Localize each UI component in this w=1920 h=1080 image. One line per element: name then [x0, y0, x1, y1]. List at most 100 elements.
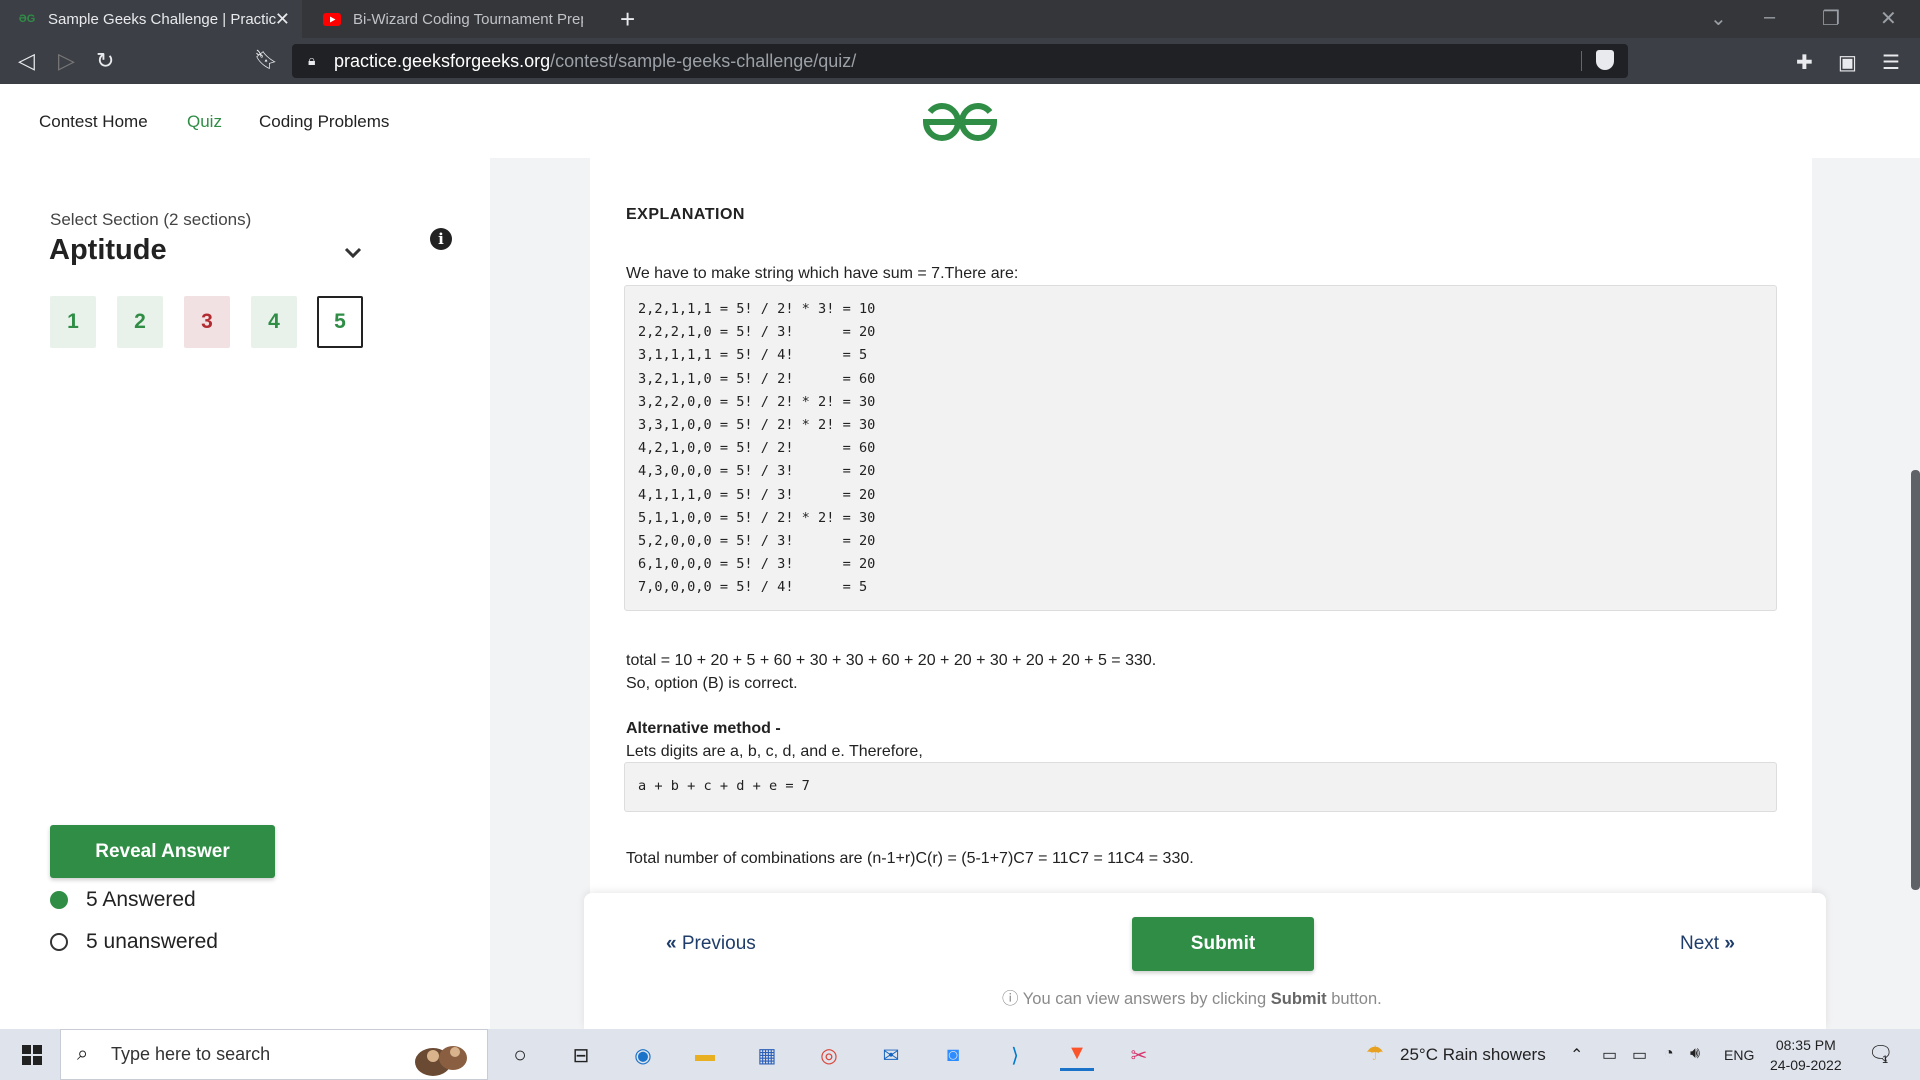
alt-method-intro: Lets digits are a, b, c, d, and e. There… — [626, 743, 923, 760]
hint-suffix: button. — [1326, 990, 1382, 1008]
combinations-text: Total number of combinations are (n-1+r)… — [626, 850, 1194, 867]
bookmark-icon[interactable]: 🔖︎ — [254, 48, 278, 72]
total-text: total = 10 + 20 + 5 + 60 + 30 + 30 + 60 … — [626, 652, 1157, 669]
windows-start-icon[interactable] — [22, 1045, 42, 1065]
code-line: 7,0,0,0,0 = 5! / 4! = 5 — [638, 579, 868, 596]
chrome-icon[interactable]: ◎ — [812, 1039, 846, 1071]
tab-title: Sample Geeks Challenge | Practic — [48, 10, 277, 28]
taskbar-search[interactable]: ⌕ Type here to search — [60, 1029, 488, 1080]
page-scrollbar[interactable] — [1911, 470, 1920, 890]
notification-count: 1 — [1882, 1054, 1889, 1066]
address-bar[interactable]: 🔒︎ practice.geeksforgeeks.org/contest/sa… — [292, 44, 1628, 78]
cortana-icon[interactable]: ○ — [503, 1039, 537, 1071]
wifi-icon[interactable]: ◔ — [1664, 1045, 1674, 1063]
submit-button[interactable]: Submit — [1132, 917, 1314, 971]
chevron-down-icon[interactable] — [342, 242, 364, 264]
conclusion-text: So, option (B) is correct. — [626, 675, 798, 692]
battery-icon[interactable]: ▭ — [1632, 1045, 1647, 1065]
search-placeholder: Type here to search — [111, 1044, 271, 1064]
answered-text: 5 Answered — [86, 888, 196, 911]
nav-quiz[interactable]: Quiz — [187, 112, 222, 132]
weather-icon[interactable]: ☂ — [1366, 1041, 1384, 1066]
info-icon[interactable]: i — [430, 228, 452, 250]
file-explorer-icon[interactable]: ▬ — [688, 1039, 722, 1071]
explanation-title: EXPLANATION — [626, 206, 745, 223]
previous-button[interactable]: « Previous — [666, 933, 756, 955]
reload-icon[interactable]: ↻ — [96, 48, 114, 74]
explanation-intro: We have to make string which have sum = … — [626, 265, 1019, 282]
restore-icon[interactable]: ❐ — [1822, 6, 1840, 31]
time-text: 08:35 PM — [1775, 1037, 1836, 1053]
alt-code-block: a + b + c + d + e = 7 — [624, 762, 1777, 812]
code-line: 4,1,1,1,0 = 5! / 3! = 20 — [638, 486, 876, 503]
meet-icon[interactable]: ▭ — [1602, 1045, 1617, 1065]
new-tab-icon[interactable]: + — [620, 4, 635, 35]
volume-icon[interactable]: 🔊︎ — [1690, 1045, 1700, 1063]
browser-toolbar: ◁ ▷ ↻ 🔖︎ 🔒︎ practice.geeksforgeeks.org/c… — [0, 38, 1920, 84]
quiz-footer: « Previous Submit Next » ⓘ You can view … — [584, 893, 1826, 1029]
question-5-button[interactable]: 5 — [317, 296, 363, 348]
question-3-button[interactable]: 3 — [184, 296, 230, 348]
answered-legend: 5 Answered — [50, 888, 196, 912]
code-line: 3,2,2,0,0 = 5! / 2! * 2! = 30 — [638, 393, 876, 410]
close-tab-icon[interactable]: ✕ — [275, 9, 290, 30]
nav-coding-problems[interactable]: Coding Problems — [259, 112, 389, 132]
code-line: 5,2,0,0,0 = 5! / 3! = 20 — [638, 532, 876, 549]
code-line: 4,2,1,0,0 = 5! / 2! = 60 — [638, 440, 876, 457]
answered-dot-icon — [50, 891, 68, 909]
double-chevron-left-icon: « — [666, 933, 677, 954]
forward-icon[interactable]: ▷ — [58, 48, 75, 74]
code-line: 3,3,1,0,0 = 5! / 2! * 2! = 30 — [638, 416, 876, 433]
unanswered-legend: 5 unanswered — [50, 930, 218, 954]
code-line: 3,2,1,1,0 = 5! / 2! = 60 — [638, 370, 876, 387]
back-icon[interactable]: ◁ — [18, 48, 35, 74]
edge-icon[interactable]: ◉ — [626, 1039, 660, 1071]
code-line: 6,1,0,0,0 = 5! / 3! = 20 — [638, 556, 876, 573]
zoom-icon[interactable]: ◙ — [936, 1039, 970, 1071]
brave-browser-icon[interactable]: ▼ — [1060, 1039, 1094, 1071]
clock[interactable]: 08:35 PM 24-09-2022 — [1770, 1035, 1842, 1075]
nav-contest-home[interactable]: Contest Home — [39, 112, 148, 132]
hint-bold: Submit — [1270, 990, 1327, 1008]
browser-tab-bar: ƏG Sample Geeks Challenge | Practic ✕ Bi… — [0, 0, 1920, 38]
code-line: 4,3,0,0,0 = 5! / 3! = 20 — [638, 463, 876, 480]
weather-text[interactable]: 25°C Rain showers — [1400, 1045, 1546, 1065]
mail-icon[interactable]: ✉ — [874, 1039, 908, 1071]
submit-hint: ⓘ You can view answers by clicking Submi… — [1002, 985, 1382, 1009]
question-2-button[interactable]: 2 — [117, 296, 163, 348]
store-icon[interactable]: ▦ — [750, 1039, 784, 1071]
tab-inactive[interactable]: Bi-Wizard Coding Tournament Prepara — [305, 0, 607, 38]
next-label: Next — [1680, 933, 1720, 954]
snipping-tool-icon[interactable]: ✂ — [1122, 1039, 1156, 1071]
task-view-icon[interactable]: ⊟ — [564, 1039, 598, 1071]
extensions-icon[interactable]: ✚ — [1796, 50, 1813, 75]
minimize-icon[interactable]: – — [1764, 6, 1775, 29]
code-line: 2,2,1,1,1 = 5! / 2! * 3! = 10 — [638, 301, 876, 317]
windows-taskbar: ⌕ Type here to search ○ ⊟ ◉ ▬ ▦ ◎ ✉ ◙ ⟩ … — [0, 1029, 1920, 1080]
close-window-icon[interactable]: ✕ — [1880, 6, 1897, 31]
vscode-icon[interactable]: ⟩ — [998, 1039, 1032, 1071]
hint-prefix: You can view answers by clicking — [1022, 990, 1271, 1008]
search-highlight-art-icon — [415, 1046, 467, 1076]
previous-label: Previous — [681, 933, 756, 954]
unanswered-text: 5 unanswered — [86, 930, 218, 953]
section-name[interactable]: Aptitude — [49, 234, 167, 267]
code-block: 2,2,1,1,1 = 5! / 2! * 3! = 10 2,2,2,1,0 =… — [624, 285, 1777, 611]
language-indicator[interactable]: ENG — [1724, 1047, 1754, 1063]
wallet-icon[interactable]: ▣ — [1838, 50, 1857, 75]
brave-shields-icon[interactable] — [1596, 50, 1614, 70]
tab-active[interactable]: ƏG Sample Geeks Challenge | Practic ✕ — [0, 0, 302, 38]
reveal-answer-button[interactable]: Reveal Answer — [50, 825, 275, 878]
date-text: 24-09-2022 — [1770, 1057, 1842, 1073]
question-4-button[interactable]: 4 — [251, 296, 297, 348]
quiz-sidebar: Select Section (2 sections) Aptitude i 1… — [0, 158, 490, 1029]
tab-search-chevron-icon[interactable]: ⌄ — [1710, 6, 1727, 31]
youtube-favicon-icon — [321, 11, 343, 27]
alt-method-title: Alternative method - — [626, 720, 781, 737]
notifications-icon[interactable]: 🗨︎ — [1868, 1041, 1893, 1066]
gfg-logo-icon[interactable] — [920, 98, 1000, 146]
next-button[interactable]: Next » — [1680, 933, 1735, 955]
question-1-button[interactable]: 1 — [50, 296, 96, 348]
show-hidden-icons-icon[interactable]: ⌃ — [1570, 1045, 1583, 1065]
menu-icon[interactable]: ☰ — [1882, 50, 1900, 75]
